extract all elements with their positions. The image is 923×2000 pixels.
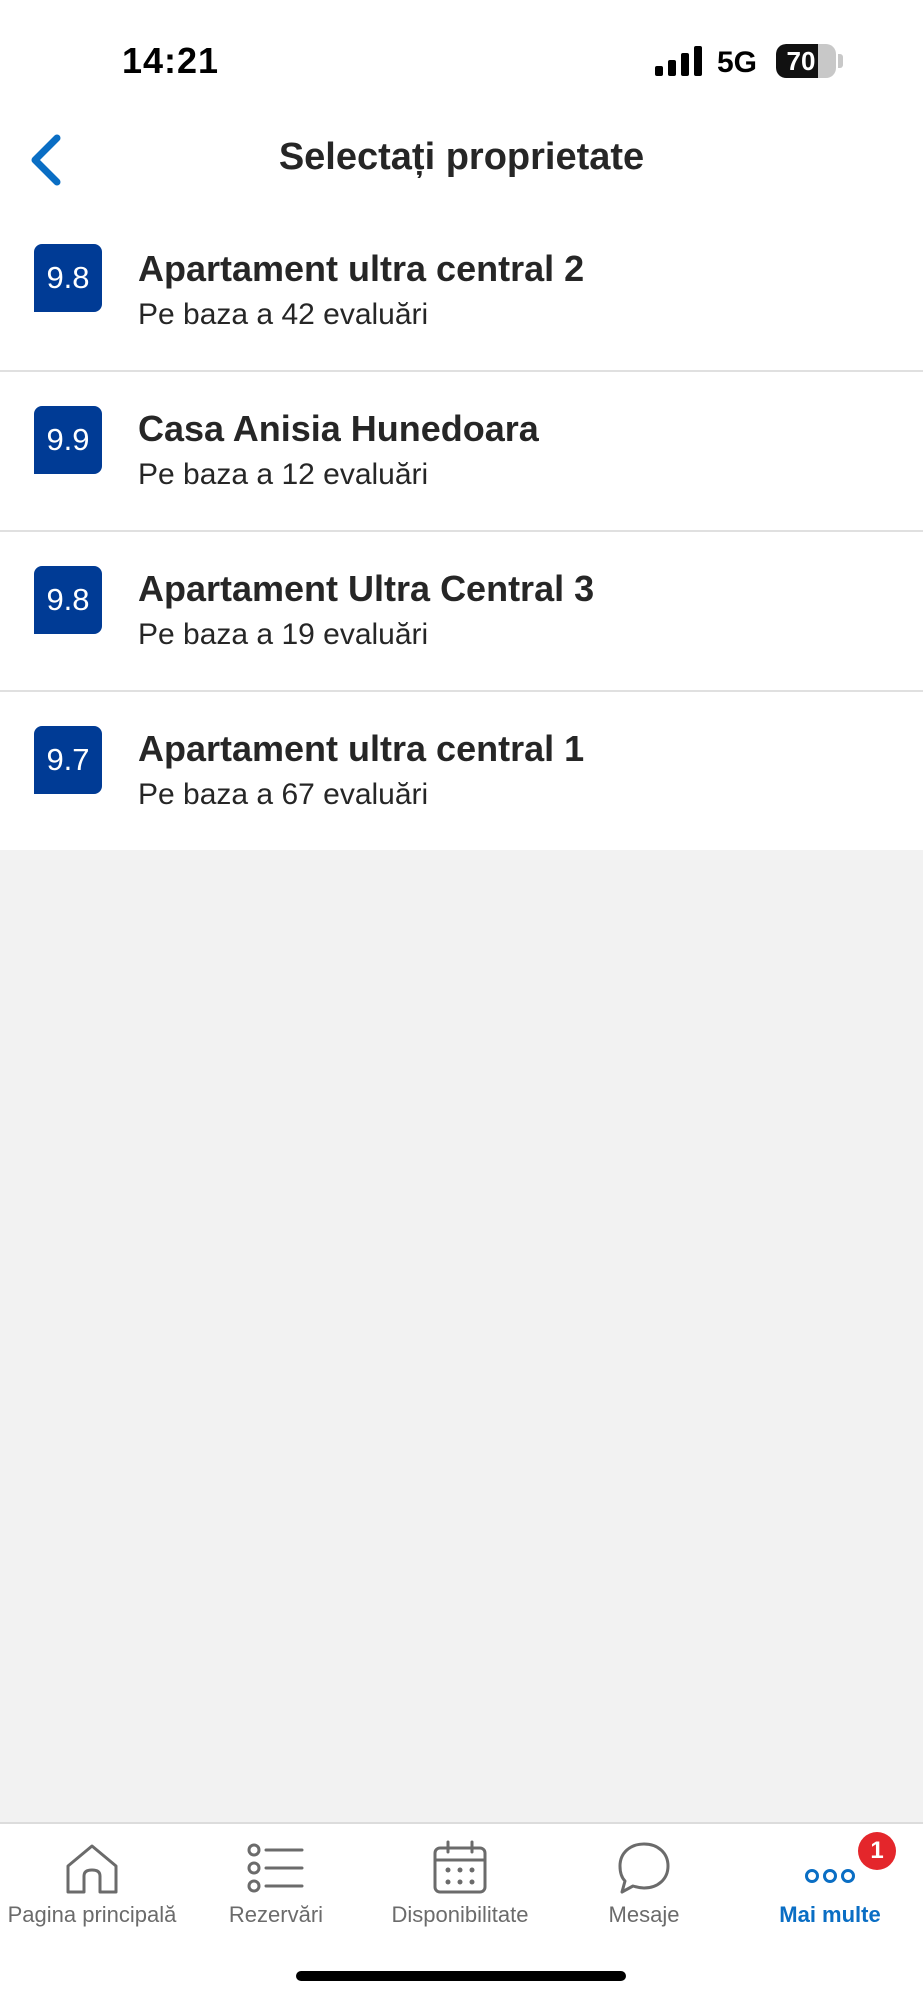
property-reviews: Pe baza a 19 evaluări bbox=[138, 618, 429, 651]
property-reviews: Pe baza a 42 evaluări bbox=[138, 298, 429, 331]
tab-reservations[interactable]: Rezervări bbox=[184, 1824, 368, 1944]
signal-icon bbox=[655, 46, 702, 76]
list-icon bbox=[247, 1843, 304, 1893]
tab-label: Mai multe bbox=[779, 1902, 881, 1927]
tab-availability[interactable]: Disponibilitate bbox=[368, 1824, 552, 1944]
property-reviews: Pe baza a 12 evaluări bbox=[138, 458, 429, 491]
more-dots-icon bbox=[805, 1869, 855, 1883]
tab-home[interactable]: Pagina principală bbox=[0, 1824, 184, 1944]
battery-cap bbox=[838, 54, 843, 68]
network-type: 5G bbox=[717, 46, 758, 79]
battery-icon: 70 bbox=[776, 44, 836, 78]
score-badge: 9.8 bbox=[34, 244, 102, 312]
home-indicator bbox=[296, 1971, 626, 1981]
score-badge: 9.8 bbox=[34, 566, 102, 634]
property-name: Casa Anisia Hunedoara bbox=[138, 408, 539, 449]
score-badge: 9.9 bbox=[34, 406, 102, 474]
property-item[interactable]: 9.8 Apartament Ultra Central 3 Pe baza a… bbox=[0, 532, 923, 692]
page-title: Selectați proprietate bbox=[278, 136, 645, 178]
property-name: Apartament Ultra Central 3 bbox=[138, 568, 595, 609]
score-badge: 9.7 bbox=[34, 726, 102, 794]
calendar-icon bbox=[433, 1840, 487, 1894]
status-time: 14:21 bbox=[122, 40, 220, 81]
property-name: Apartament ultra central 2 bbox=[138, 248, 585, 289]
property-item[interactable]: 9.9 Casa Anisia Hunedoara Pe baza a 12 e… bbox=[0, 372, 923, 532]
home-icon bbox=[66, 1844, 118, 1894]
chat-bubble-icon bbox=[618, 1842, 670, 1894]
tab-messages[interactable]: Mesaje bbox=[552, 1824, 736, 1944]
notification-badge: 1 bbox=[858, 1832, 896, 1870]
tab-more[interactable]: 1 Mai multe bbox=[738, 1824, 922, 1944]
battery-level: 70 bbox=[786, 46, 816, 76]
property-reviews: Pe baza a 67 evaluări bbox=[138, 778, 429, 811]
property-list: 9.8 Apartament ultra central 2 Pe baza a… bbox=[0, 222, 923, 850]
property-item[interactable]: 9.7 Apartament ultra central 1 Pe baza a… bbox=[0, 692, 923, 850]
property-item[interactable]: 9.8 Apartament ultra central 2 Pe baza a… bbox=[0, 222, 923, 372]
property-name: Apartament ultra central 1 bbox=[138, 728, 585, 769]
status-bar: 14:21 5G 70 bbox=[0, 0, 923, 120]
